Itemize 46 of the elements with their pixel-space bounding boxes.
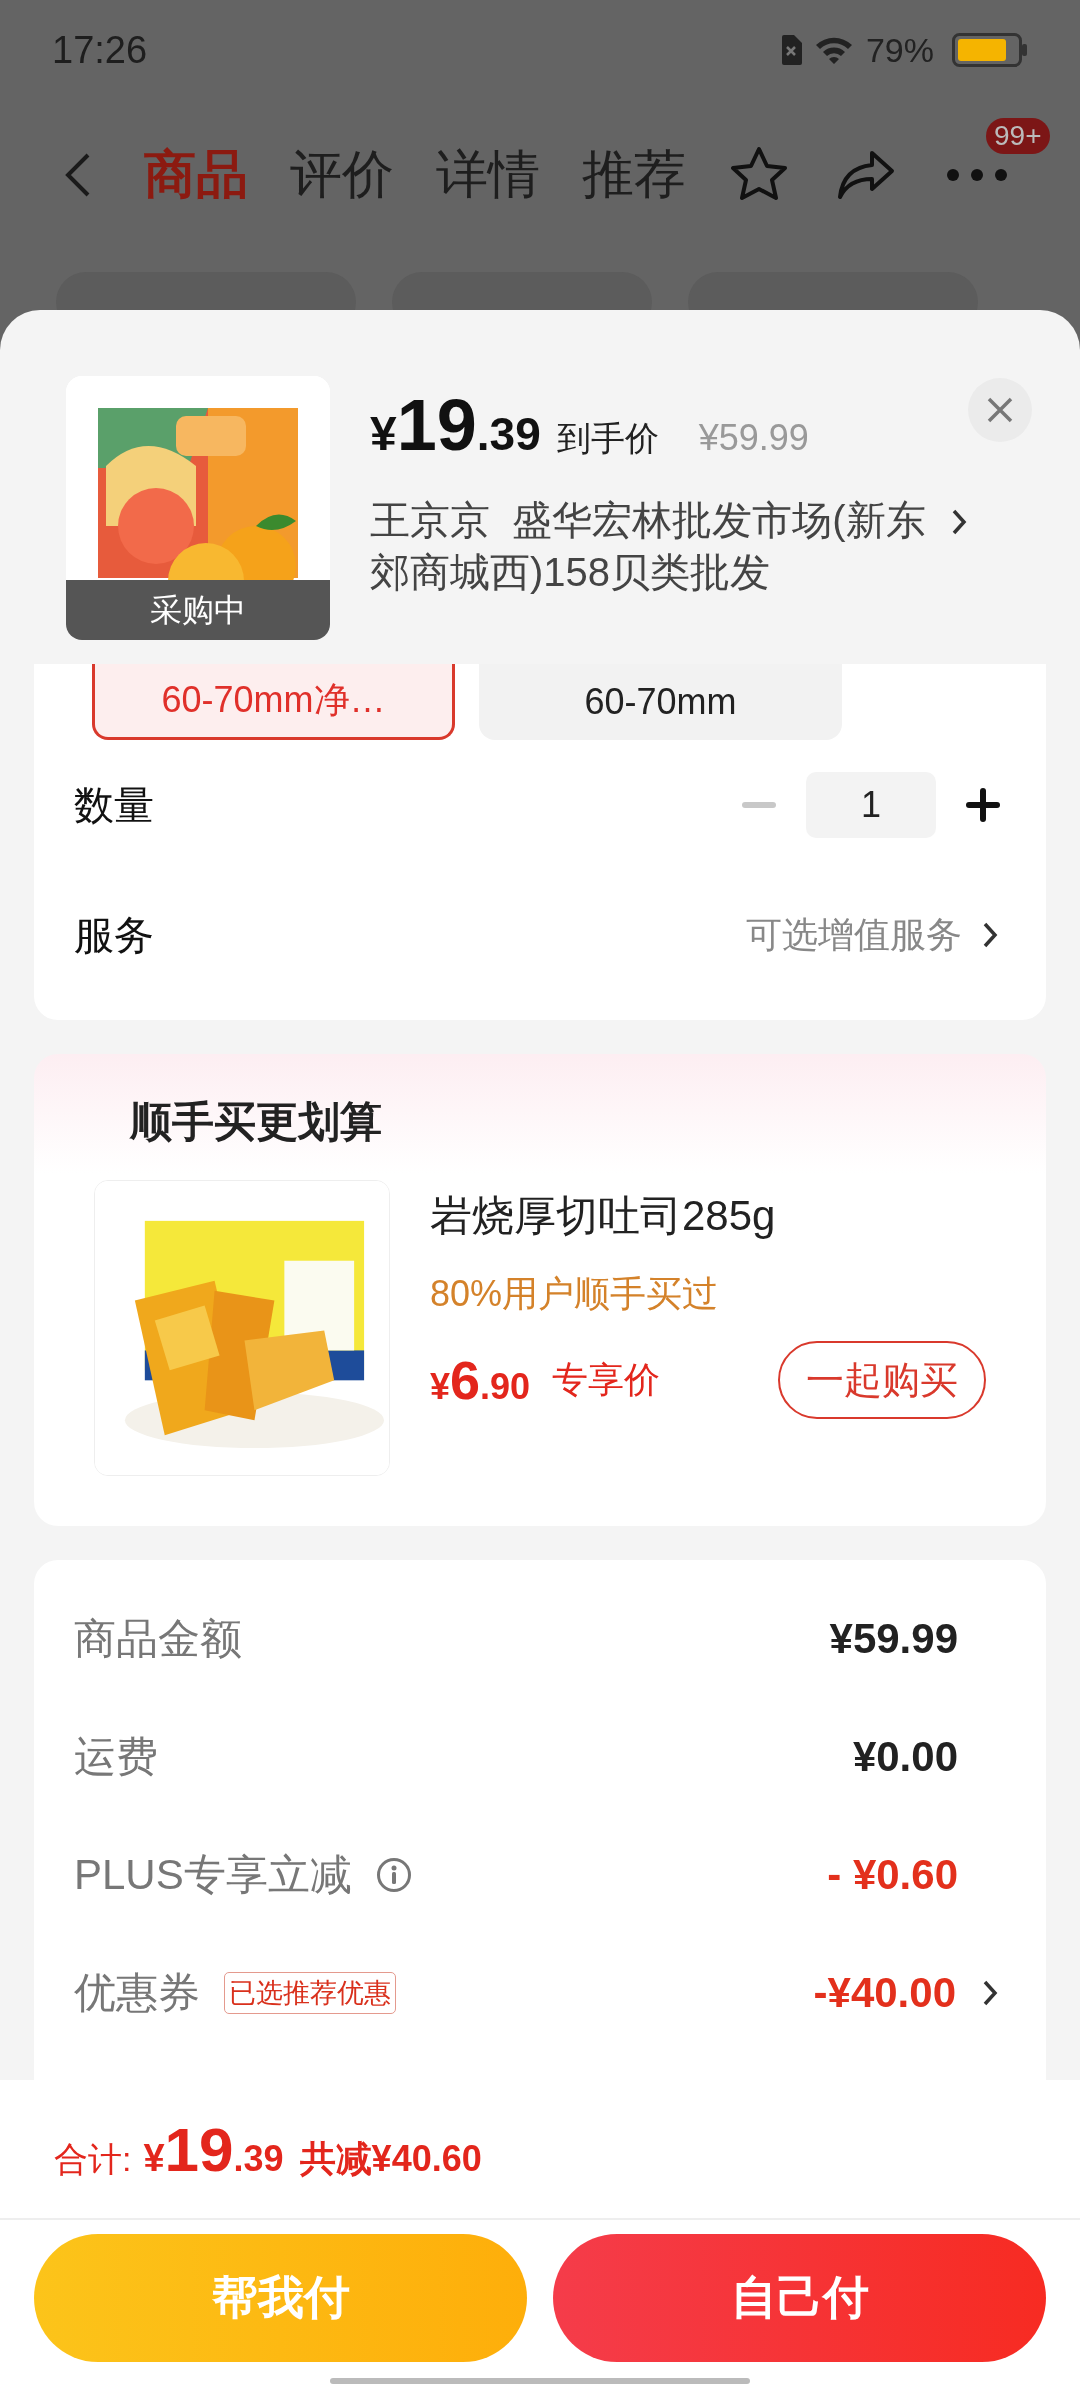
bundle-product-name: 岩烧厚切吐司285g (430, 1191, 777, 1241)
close-icon[interactable] (985, 395, 1015, 425)
summary-amount: ¥0.00 (852, 1733, 958, 1781)
chevron-right-icon[interactable] (982, 1979, 998, 2007)
price-label: 到手价 (556, 418, 659, 459)
seller-name[interactable]: 王京京 盛华宏林批发市场(新东郊商城西)158贝类批发 (370, 494, 945, 598)
summary-label: 商品金额 (74, 1614, 242, 1664)
back-icon[interactable] (64, 151, 92, 199)
notification-badge: 99+ (986, 118, 1050, 154)
quantity-field[interactable]: 1 (806, 772, 936, 838)
bundle-price: ¥6.90 (430, 1349, 531, 1411)
bundle-title: 顺手买更划算 (130, 1097, 383, 1147)
summary-label: PLUS专享立减 (74, 1850, 352, 1900)
summary-label: 优惠券 (74, 1968, 200, 2018)
total-label: 合计: (54, 2139, 132, 2180)
more-icon[interactable] (946, 168, 1008, 182)
total-savings: 共减¥40.60 (299, 2137, 482, 2181)
price-label: 专享价 (552, 1357, 661, 1402)
bundle-note: 80%用户顺手买过 (430, 1272, 720, 1316)
summary-amount: - ¥0.60 (827, 1851, 958, 1899)
chevron-right-icon[interactable] (951, 508, 967, 536)
info-icon[interactable] (375, 1857, 412, 1893)
nav-tab[interactable]: 推荐 (582, 140, 686, 210)
quantity-label: 数量 (74, 781, 154, 829)
plus-icon[interactable] (966, 788, 1000, 822)
service-label: 服务 (74, 911, 154, 959)
total-price: ¥19.39 (143, 2114, 284, 2186)
buy-together-button[interactable]: 一起购买 (778, 1341, 986, 1419)
nav-tab[interactable]: 详情 (436, 140, 540, 210)
battery-icon (952, 33, 1028, 67)
status-label: 采购中 (66, 580, 330, 640)
sim-card-icon (779, 35, 802, 65)
summary-label: 运费 (74, 1732, 158, 1782)
product-price: ¥19.39 (370, 384, 541, 466)
summary-amount: -¥40.00 (813, 1969, 956, 2017)
pay-button[interactable]: 自己付 (553, 2234, 1046, 2362)
variant-chip[interactable]: 60-70mm净… (92, 664, 455, 740)
summary-amount: ¥59.99 (829, 1615, 958, 1663)
battery-percent: 79% (865, 30, 934, 70)
variant-chip[interactable]: 60-70mm (479, 664, 842, 740)
status-time: 17:26 (52, 28, 148, 72)
coupon-tag: 已选推荐优惠 (224, 1972, 396, 2014)
nav-tab[interactable]: 评价 (290, 140, 394, 210)
original-price: ¥59.99 (698, 417, 809, 459)
service-option-link[interactable]: 可选增值服务 (746, 910, 962, 960)
chevron-right-icon[interactable] (982, 921, 998, 949)
